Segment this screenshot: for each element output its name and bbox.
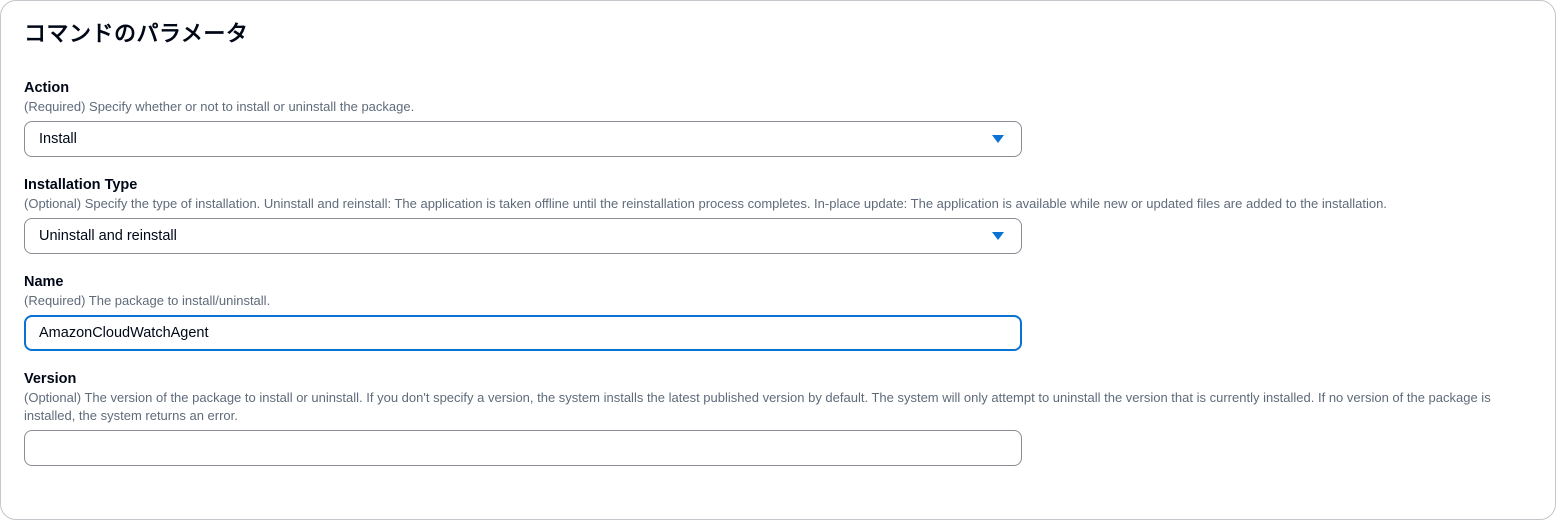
name-description: (Required) The package to install/uninst…: [24, 293, 271, 308]
installation-type-select[interactable]: Uninstall and reinstall: [24, 218, 1022, 254]
installation-type-field: Installation Type (Optional) Specify the…: [24, 176, 1534, 254]
version-input-wrapper: [24, 430, 1022, 466]
version-description: (Optional) The version of the package to…: [24, 390, 1491, 423]
action-field: Action (Required) Specify whether or not…: [24, 79, 1534, 157]
name-field: Name (Required) The package to install/u…: [24, 273, 1534, 351]
action-description: (Required) Specify whether or not to ins…: [24, 99, 415, 114]
command-parameters-panel: コマンドのパラメータ Action (Required) Specify whe…: [0, 0, 1556, 520]
version-field: Version (Optional) The version of the pa…: [24, 370, 1534, 466]
action-select[interactable]: Install: [24, 121, 1022, 157]
version-label: Version: [24, 371, 77, 387]
installation-type-description: (Optional) Specify the type of installat…: [24, 196, 1387, 211]
version-input[interactable]: [25, 431, 1021, 465]
action-label: Action: [24, 80, 70, 96]
action-select-value: Install: [39, 131, 77, 147]
name-label: Name: [24, 274, 64, 290]
section-title: コマンドのパラメータ: [24, 21, 249, 46]
installation-type-label: Installation Type: [24, 177, 138, 193]
caret-down-icon: [992, 232, 1004, 240]
name-input-wrapper: [24, 315, 1022, 351]
caret-down-icon: [992, 135, 1004, 143]
name-input[interactable]: [26, 317, 1020, 349]
installation-type-select-value: Uninstall and reinstall: [39, 228, 177, 244]
